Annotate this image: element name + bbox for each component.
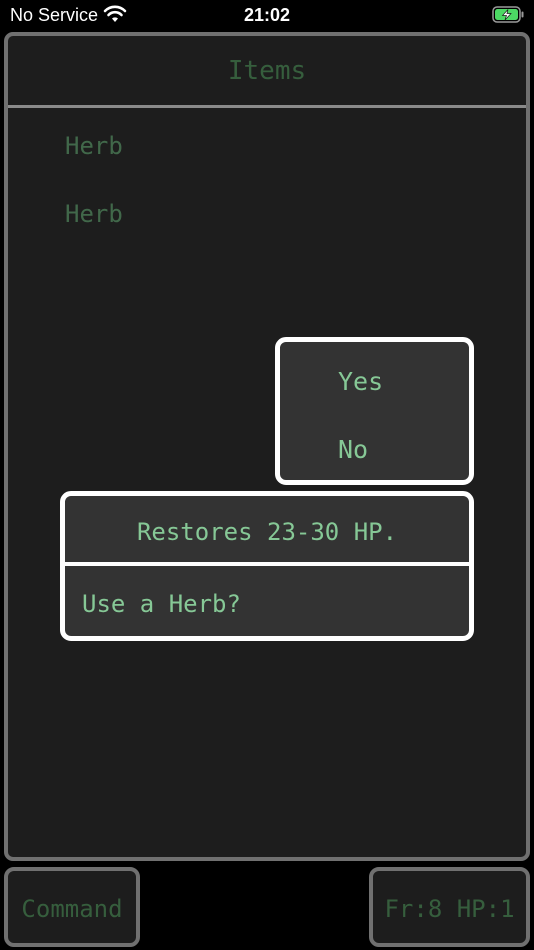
item-description: Restores 23-30 HP.: [136, 518, 398, 546]
item-description-area: Restores 23-30 HP.: [65, 496, 469, 566]
no-option[interactable]: No: [338, 435, 368, 464]
item-herb-2[interactable]: Herb: [65, 200, 123, 228]
command-button[interactable]: Command: [4, 867, 140, 947]
battery-charging-icon: [492, 6, 524, 23]
status-bar: No Service 21:02: [0, 0, 534, 30]
clock: 21:02: [243, 5, 291, 25]
item-herb-1[interactable]: Herb: [65, 132, 123, 160]
items-title: Items: [227, 56, 307, 86]
items-header: Items: [8, 36, 526, 108]
message-box: Restores 23-30 HP. Use a Herb?: [60, 491, 474, 641]
status-display[interactable]: Fr:8 HP:1: [369, 867, 530, 947]
use-prompt: Use a Herb?: [82, 590, 241, 618]
floor-hp-label: Fr:8 HP:1: [384, 895, 515, 923]
command-label: Command: [21, 895, 123, 923]
confirm-menu: Yes No: [275, 337, 474, 485]
yes-option[interactable]: Yes: [338, 367, 383, 396]
